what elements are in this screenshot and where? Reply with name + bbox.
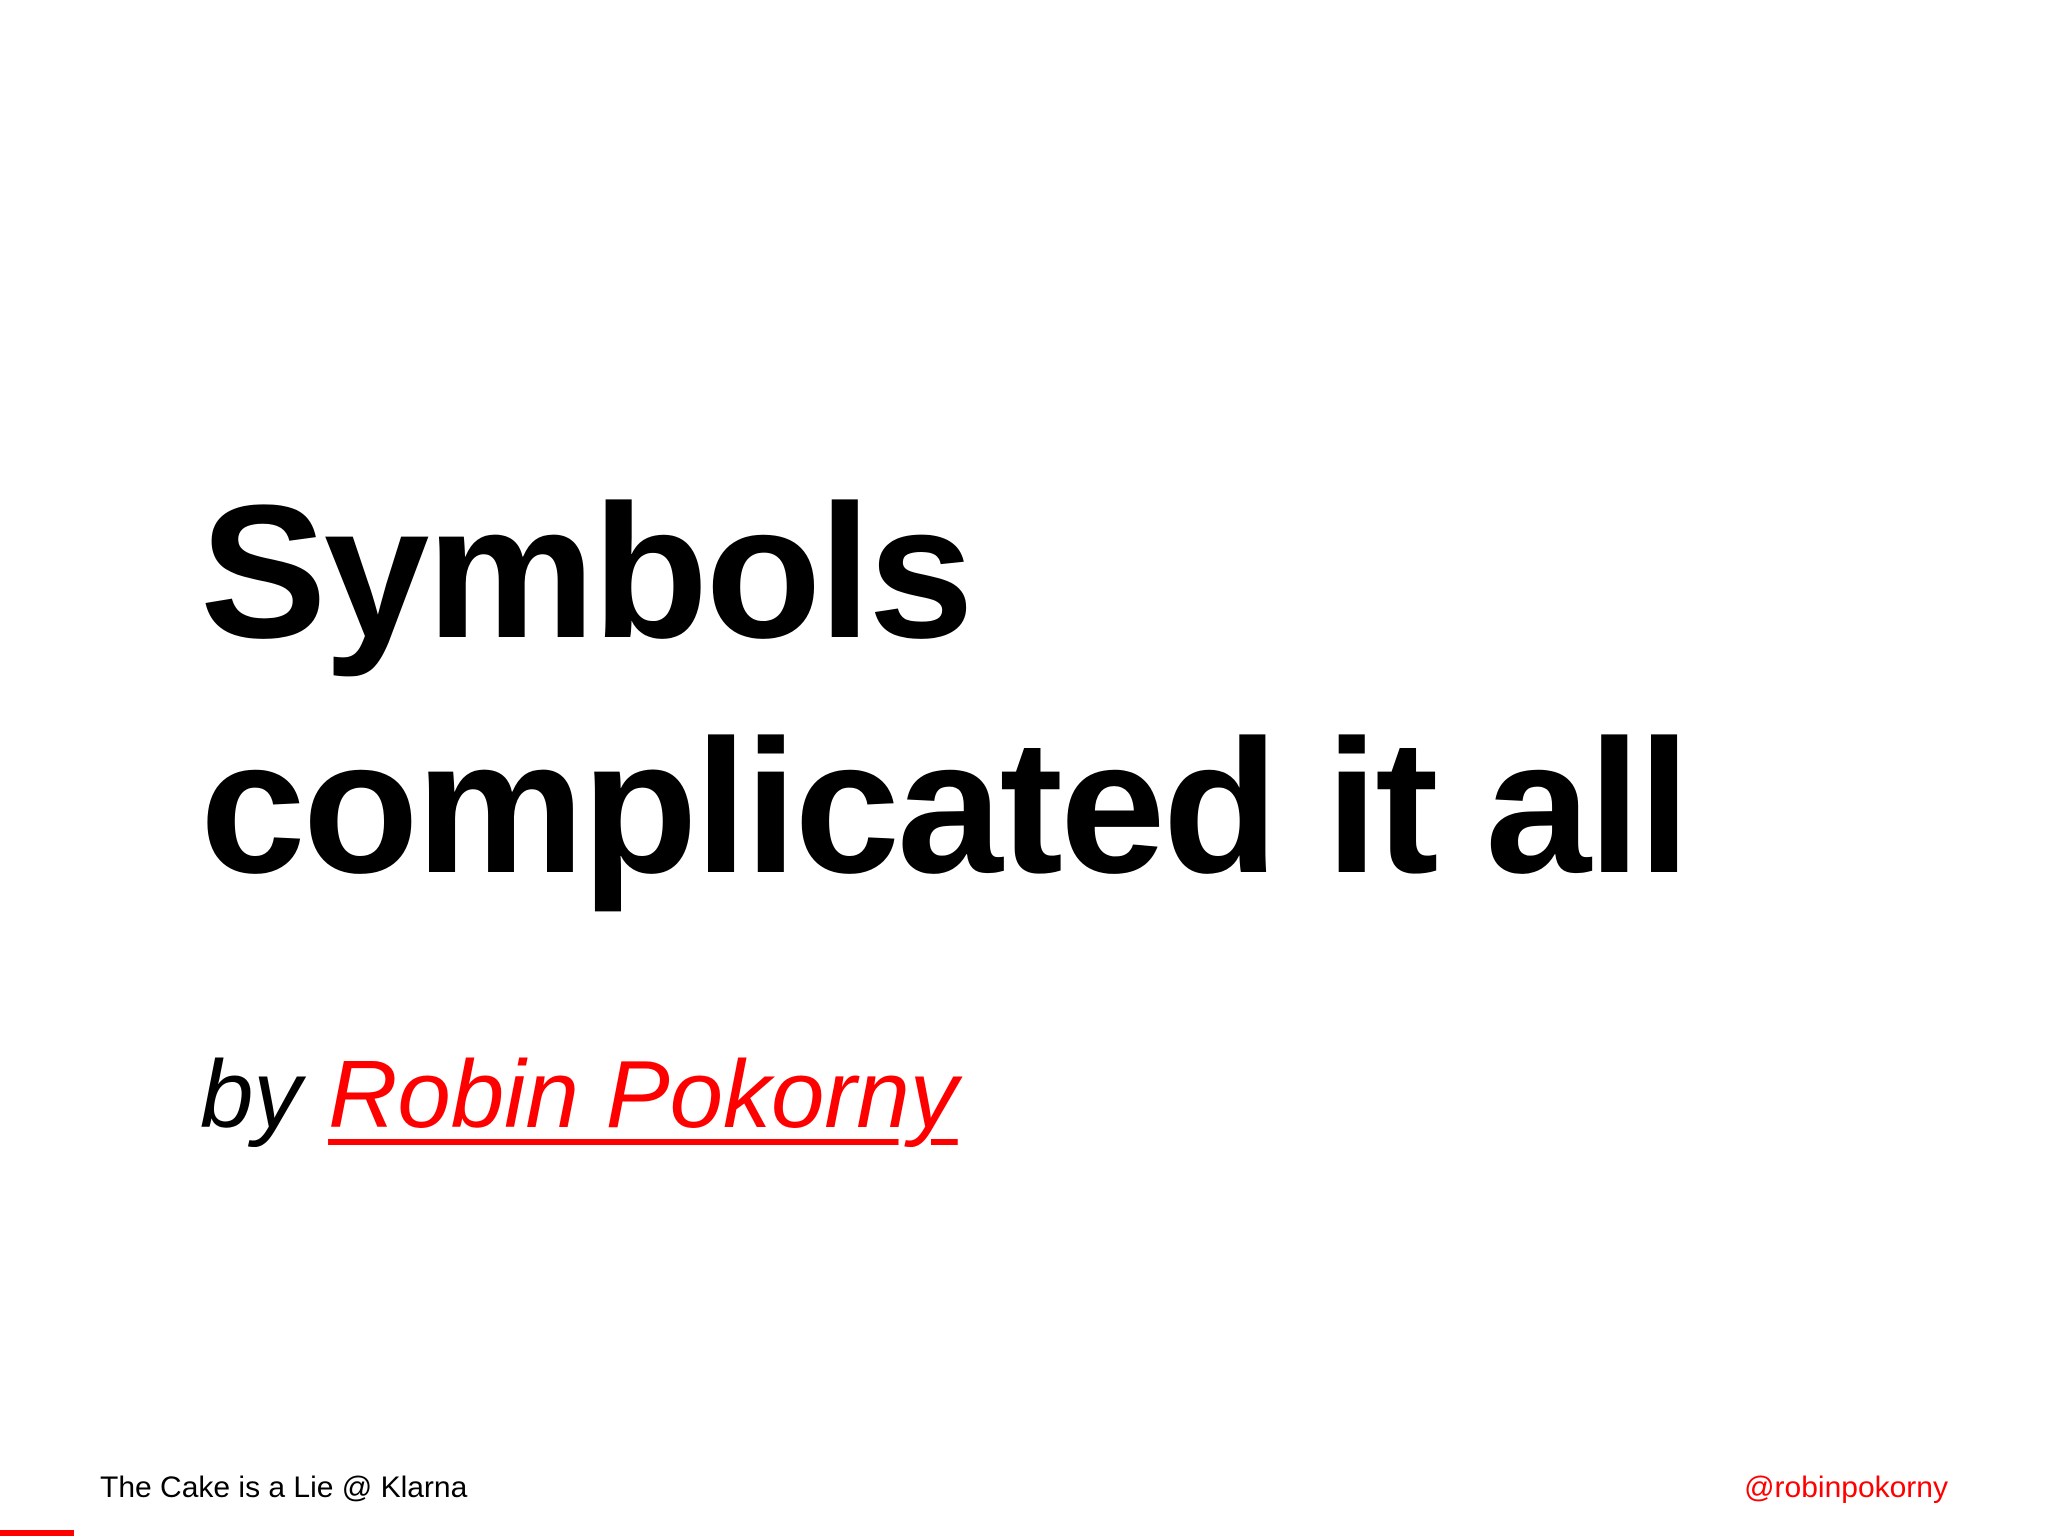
slide-progress-bar — [0, 1530, 74, 1536]
slide-title: Symbols complicated it all — [200, 455, 1691, 925]
footer-twitter-handle[interactable]: @robinpokorny — [1744, 1470, 1948, 1506]
byline: by Robin Pokorny — [200, 1040, 958, 1150]
slide-title-line-2: complicated it all — [200, 701, 1691, 913]
byline-prefix: by — [200, 1041, 329, 1148]
slide: Symbols complicated it all by Robin Poko… — [0, 0, 2048, 1536]
author-link[interactable]: Robin Pokorny — [328, 1041, 958, 1148]
slide-title-line-1: Symbols — [200, 466, 974, 678]
footer-event-label: The Cake is a Lie @ Klarna — [100, 1471, 468, 1504]
